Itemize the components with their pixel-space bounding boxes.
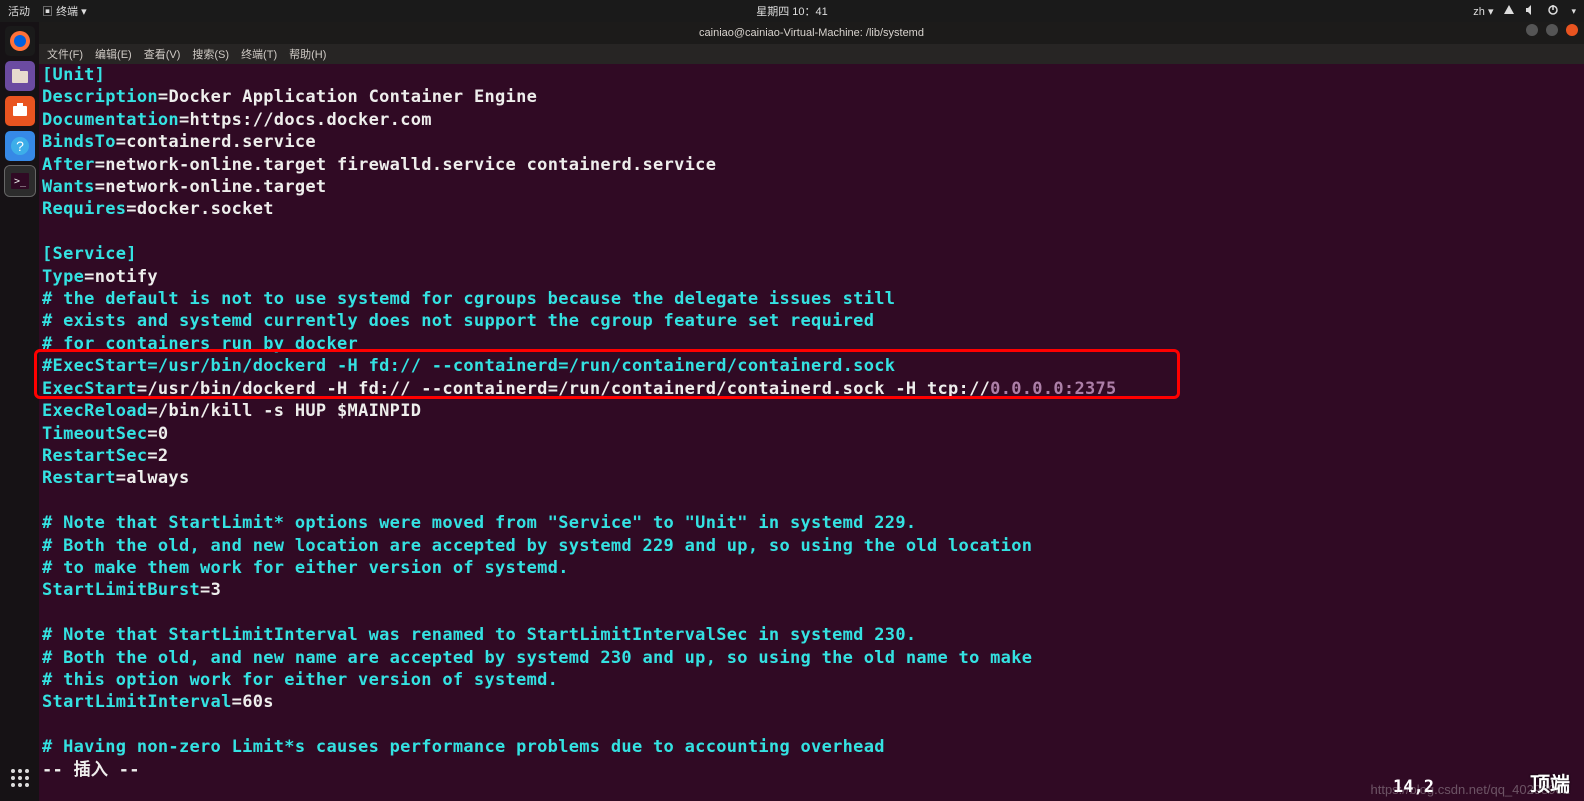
svg-text:?: ?	[16, 138, 24, 154]
gnome-topbar: 活动 ▣ 终端 ▾ 星期四 10：41 zh ▾ ▾	[0, 0, 1584, 22]
window-close-button[interactable]	[1566, 24, 1578, 36]
dock-firefox-icon[interactable]	[5, 26, 35, 56]
dock-show-apps-icon[interactable]	[5, 763, 35, 793]
menu-search[interactable]: 搜索(S)	[192, 46, 229, 62]
menu-terminal[interactable]: 终端(T)	[241, 46, 277, 62]
dock-software-icon[interactable]	[5, 96, 35, 126]
network-icon[interactable]	[1503, 4, 1515, 19]
clock[interactable]: 星期四 10：41	[756, 3, 828, 19]
ubuntu-dock: ? >_	[0, 22, 39, 801]
dock-help-icon[interactable]: ?	[5, 131, 35, 161]
window-controls	[1526, 24, 1578, 36]
terminal-indicator[interactable]: ▣ 终端 ▾	[42, 3, 87, 19]
system-menu-chevron-icon[interactable]: ▾	[1571, 6, 1576, 17]
terminal-editor-area[interactable]: [Unit] Description=Docker Application Co…	[39, 64, 1584, 801]
volume-icon[interactable]	[1525, 4, 1537, 19]
window-minimize-button[interactable]	[1526, 24, 1538, 36]
svg-text:>_: >_	[14, 176, 27, 187]
power-icon[interactable]	[1547, 4, 1559, 19]
watermark: https://blog.csdn.net/qq_40298902	[1371, 782, 1571, 797]
menu-edit[interactable]: 编辑(E)	[95, 46, 132, 62]
menu-view[interactable]: 查看(V)	[144, 46, 181, 62]
dock-files-icon[interactable]	[5, 61, 35, 91]
lang-indicator[interactable]: zh ▾	[1473, 5, 1493, 18]
activities-button[interactable]: 活动	[8, 3, 30, 19]
dock-terminal-icon[interactable]: >_	[5, 166, 35, 196]
menu-help[interactable]: 帮助(H)	[289, 46, 326, 62]
window-maximize-button[interactable]	[1546, 24, 1558, 36]
vim-mode-indicator: -- 插入 --	[42, 760, 140, 780]
window-chrome	[39, 22, 1584, 44]
terminal-menubar: 文件(F) 编辑(E) 查看(V) 搜索(S) 终端(T) 帮助(H)	[39, 44, 1584, 64]
menu-file[interactable]: 文件(F)	[47, 46, 83, 62]
